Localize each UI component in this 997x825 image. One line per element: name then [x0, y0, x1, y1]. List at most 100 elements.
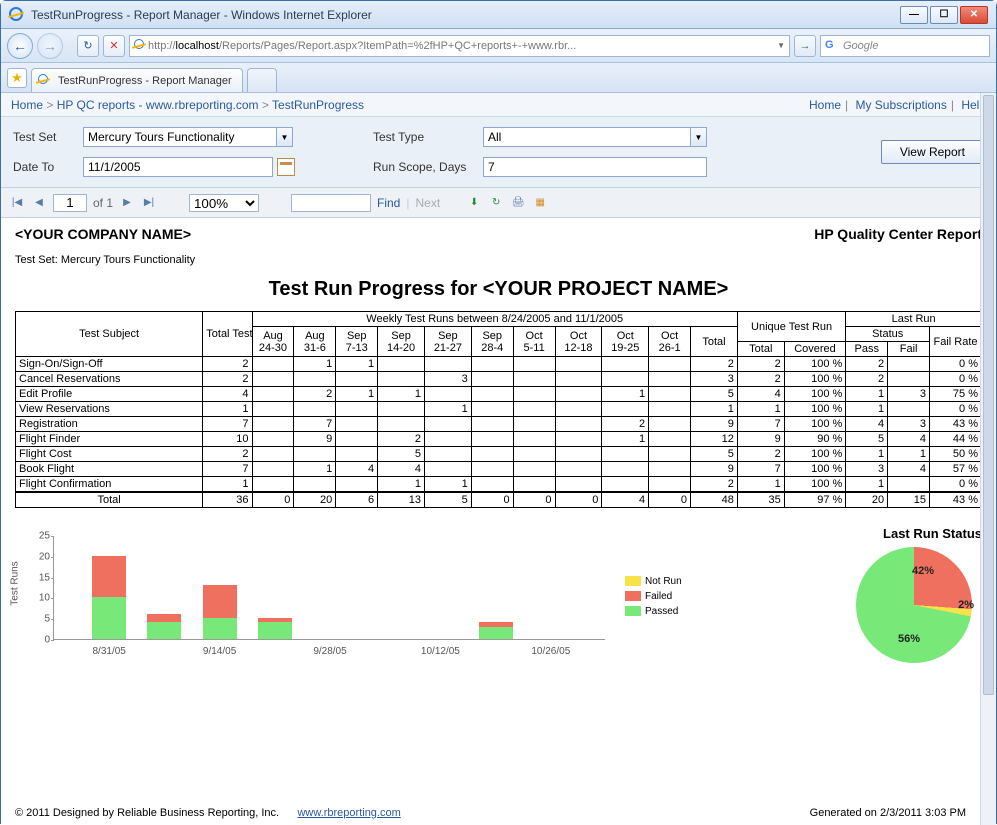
- scrollbar-thumb[interactable]: [983, 95, 994, 695]
- th-totalcount: Total Test Count: [203, 312, 252, 357]
- pie-chart: 42% 2% 56%: [856, 547, 972, 663]
- breadcrumb-folder[interactable]: HP QC reports - www.rbreporting.com: [57, 98, 259, 112]
- pie-label-passed: 56%: [898, 633, 920, 645]
- refresh-report-button[interactable]: ↻: [488, 195, 504, 211]
- testtype-input[interactable]: [483, 127, 691, 147]
- table-row: Book Flight714497100 %3457 %: [16, 462, 982, 477]
- th-weekly: Weekly Test Runs between 8/24/2005 and 1…: [252, 312, 737, 327]
- go-button[interactable]: →: [794, 35, 816, 57]
- report-body: <YOUR COMPANY NAME> HP Quality Center Re…: [1, 218, 996, 822]
- browser-tab-row: ★ TestRunProgress - Report Manager: [1, 63, 996, 93]
- toplink-subscriptions[interactable]: My Subscriptions: [855, 98, 946, 112]
- last-page-button[interactable]: ▶|: [141, 195, 157, 211]
- export-button[interactable]: ⬇: [466, 195, 482, 211]
- bar: [479, 622, 513, 639]
- url-host: localhost: [176, 40, 219, 52]
- report-type-title: HP Quality Center Report: [814, 226, 982, 242]
- toplink-home[interactable]: Home: [809, 98, 841, 112]
- dateto-input[interactable]: [83, 157, 273, 177]
- legend-passed-swatch: [625, 606, 641, 616]
- pie-chart-wrap: Last Run Status 42% 2% 56%: [725, 526, 982, 666]
- stop-button[interactable]: ✕: [103, 35, 125, 57]
- page-icon: [134, 39, 144, 52]
- forward-button[interactable]: →: [37, 33, 63, 59]
- breadcrumb-report[interactable]: TestRunProgress: [272, 98, 364, 112]
- back-button[interactable]: ←: [7, 33, 33, 59]
- bar-xtick: 9/28/05: [313, 646, 346, 657]
- tab-label: TestRunProgress - Report Manager: [58, 75, 232, 87]
- th-week: Aug24-30: [252, 327, 294, 357]
- bar-chart: Test Runs 05101520258/31/059/14/059/28/0…: [15, 526, 615, 666]
- th-lastrun: Last Run: [846, 312, 982, 327]
- th-week: Sep7-13: [336, 327, 378, 357]
- vertical-scrollbar[interactable]: [980, 93, 996, 825]
- maximize-button[interactable]: ☐: [930, 6, 958, 24]
- zoom-select[interactable]: 100%: [189, 194, 259, 212]
- calendar-icon[interactable]: [277, 158, 295, 176]
- next-page-button[interactable]: ▶: [119, 195, 135, 211]
- url-prefix: http://: [148, 40, 176, 52]
- th-week: Sep28-4: [471, 327, 513, 357]
- pie-label-failed: 42%: [912, 565, 934, 577]
- bar: [92, 556, 126, 639]
- runscope-input[interactable]: [483, 157, 707, 177]
- refresh-button[interactable]: ↻: [77, 35, 99, 57]
- print-button[interactable]: 🖨: [510, 195, 526, 211]
- th-unique: Unique Test Run: [737, 312, 845, 342]
- table-row: Sign-On/Sign-Off21122100 %20 %: [16, 357, 982, 372]
- table-row: Flight Finder1092112990 %5444 %: [16, 432, 982, 447]
- report-footer: © 2011 Designed by Reliable Business Rep…: [15, 807, 966, 819]
- pie-label-notrun: 2%: [958, 599, 974, 611]
- minimize-button[interactable]: —: [900, 6, 928, 24]
- table-row: Flight Cost2552100 %1150 %: [16, 447, 982, 462]
- th-covered: Covered: [784, 342, 846, 357]
- search-placeholder: Google: [843, 40, 878, 52]
- browser-tab[interactable]: TestRunProgress - Report Manager: [31, 68, 243, 92]
- prev-page-button[interactable]: ◀: [31, 195, 47, 211]
- th-fail: Fail: [888, 342, 930, 357]
- bar-xtick: 10/12/05: [421, 646, 460, 657]
- th-week: Oct5-11: [513, 327, 555, 357]
- testset-dropdown[interactable]: ▼: [83, 127, 313, 147]
- report-manager-area: Home > HP QC reports - www.rbreporting.c…: [1, 93, 996, 825]
- th-week: Oct12-18: [555, 327, 602, 357]
- chevron-down-icon[interactable]: ▼: [277, 127, 293, 147]
- favorites-button[interactable]: ★: [7, 68, 27, 88]
- report-title: Test Run Progress for <YOUR PROJECT NAME…: [15, 278, 982, 301]
- table-total-row: Total36020613500040483597 %201543 %: [16, 492, 982, 508]
- page-of-label: of 1: [93, 196, 113, 210]
- first-page-button[interactable]: |◀: [9, 195, 25, 211]
- close-button[interactable]: ✕: [960, 6, 988, 24]
- bar-xtick: 10/26/05: [531, 646, 570, 657]
- next-link[interactable]: Next: [415, 196, 440, 210]
- th-failrate: Fail Rate: [930, 327, 982, 357]
- window-titlebar: TestRunProgress - Report Manager - Windo…: [1, 1, 996, 29]
- th-week: Sep21-27: [424, 327, 471, 357]
- footer-link[interactable]: www.rbreporting.com: [297, 807, 400, 819]
- testset-subline: Test Set: Mercury Tours Functionality: [15, 254, 982, 266]
- legend-failed-swatch: [625, 591, 641, 601]
- testset-input[interactable]: [83, 127, 277, 147]
- testtype-dropdown[interactable]: ▼: [483, 127, 723, 147]
- th-subject: Test Subject: [16, 312, 203, 357]
- browser-search-box[interactable]: Google: [820, 35, 990, 57]
- pie-title: Last Run Status: [725, 526, 982, 541]
- find-link[interactable]: Find: [377, 196, 400, 210]
- top-links: Home| My Subscriptions| Help: [809, 98, 986, 112]
- chevron-down-icon[interactable]: ▼: [691, 127, 707, 147]
- page-input[interactable]: [53, 194, 87, 212]
- th-week: Aug31-6: [294, 327, 336, 357]
- th-pass: Pass: [846, 342, 888, 357]
- export-data-button[interactable]: ▦: [532, 195, 548, 211]
- view-report-button[interactable]: View Report: [881, 140, 984, 164]
- address-bar[interactable]: http://localhost/Reports/Pages/Report.as…: [129, 35, 790, 57]
- runscope-label: Run Scope, Days: [373, 160, 483, 174]
- th-week: Oct26-1: [649, 327, 691, 357]
- new-tab-button[interactable]: [247, 68, 277, 92]
- th-week: Oct19-25: [602, 327, 649, 357]
- th-week: Sep14-20: [378, 327, 425, 357]
- table-row: Edit Profile4211154100 %1375 %: [16, 387, 982, 402]
- find-input[interactable]: [291, 194, 371, 212]
- url-dropdown-icon[interactable]: ▼: [777, 41, 785, 50]
- breadcrumb-home[interactable]: Home: [11, 98, 43, 112]
